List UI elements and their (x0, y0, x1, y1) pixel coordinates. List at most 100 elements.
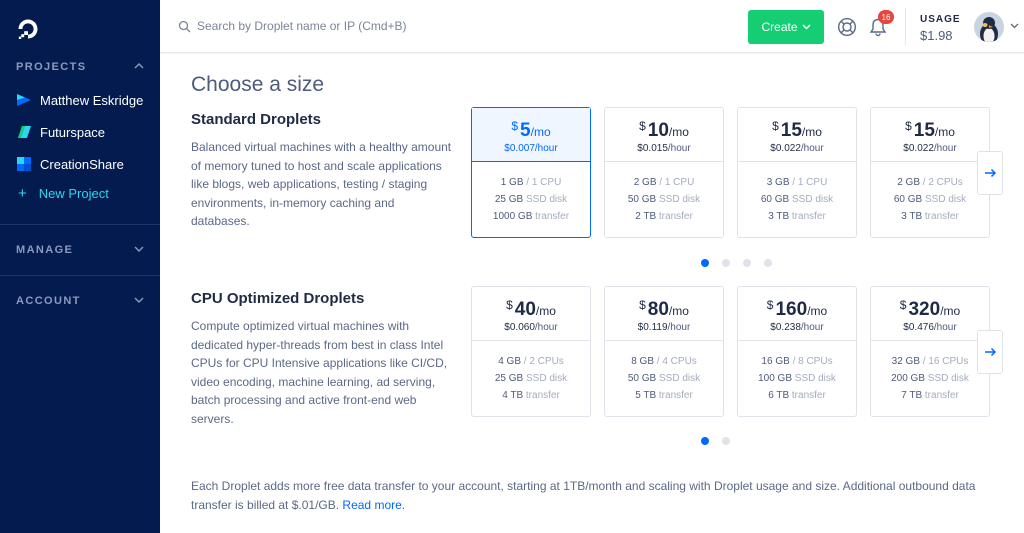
plan-hourly-price: $0.476/hour (871, 322, 989, 333)
spec-disk-size: 60 GB (893, 194, 923, 205)
hourly-amount: $0.022 (770, 143, 801, 154)
plan-monthly-price: $80/mo (605, 298, 723, 321)
plan-card[interactable]: $10/mo $0.015/hour 2 GB / 1 CPU 50 GB SSD d… (604, 107, 724, 238)
spec-transfer: 3 TB transfer (871, 208, 989, 225)
hourly-unit: /hour (933, 143, 957, 154)
new-project-link[interactable]: + New Project (18, 186, 109, 201)
manage-section-title[interactable]: MANAGE (16, 244, 73, 256)
price-amount: 320 (908, 299, 941, 320)
hourly-unit: /hour (800, 322, 824, 333)
spec-disk-unit: SSD disk (659, 194, 701, 205)
spec-disk: 60 GB SSD disk (738, 191, 856, 208)
plan-card[interactable]: $320/mo $0.476/hour 32 GB / 16 CPUs 200 GB … (870, 286, 990, 417)
spec-ram: 3 GB (766, 177, 790, 188)
plan-monthly-price: $10/mo (605, 119, 723, 142)
spec-memory-cpu: 4 GB / 2 CPUs (472, 353, 590, 370)
notification-badge: 16 (878, 10, 894, 24)
new-project-label: New Project (38, 186, 109, 201)
hourly-amount: $0.007 (504, 143, 535, 154)
next-plans-button[interactable] (977, 330, 1003, 374)
pagination-dot[interactable] (722, 437, 730, 445)
avatar[interactable] (974, 12, 1004, 42)
currency-symbol: $ (772, 119, 779, 133)
spec-cpu: / 1 CPU (526, 177, 562, 188)
create-button[interactable]: Create (748, 10, 824, 44)
spec-transfer-unit: transfer (791, 211, 826, 222)
project-icon (18, 126, 31, 138)
price-period: /mo (801, 125, 822, 139)
top-header: Create 16 USAGE $1.98 (160, 0, 1024, 53)
spec-memory-cpu: 2 GB / 1 CPU (605, 174, 723, 191)
spec-transfer: 6 TB transfer (738, 387, 856, 404)
chevron-down-icon[interactable] (134, 295, 144, 305)
plan-hourly-price: $0.060/hour (472, 322, 590, 333)
spec-memory-cpu: 2 GB / 2 CPUs (871, 174, 989, 191)
spec-transfer: 3 TB transfer (738, 208, 856, 225)
spec-cpu: / 2 CPUs (922, 177, 963, 188)
spec-transfer: 1000 GB transfer (472, 208, 590, 225)
plan-card[interactable]: $15/mo $0.022/hour 3 GB / 1 CPU 60 GB SSD d… (737, 107, 857, 238)
plan-hourly-price: $0.022/hour (871, 143, 989, 154)
read-more-link[interactable]: Read more. (342, 498, 405, 512)
create-label: Create (761, 20, 798, 34)
chevron-down-icon[interactable] (1010, 23, 1019, 29)
spec-disk-size: 100 GB (758, 373, 792, 384)
spec-disk-unit: SSD disk (526, 373, 568, 384)
hourly-amount: $0.060 (504, 322, 535, 333)
pagination-dot[interactable] (701, 259, 709, 267)
sidebar-project-futurspace[interactable]: Futurspace (16, 123, 105, 141)
account-section-title[interactable]: ACCOUNT (16, 295, 81, 307)
plan-hourly-price: $0.119/hour (605, 322, 723, 333)
spec-disk-size: 25 GB (494, 194, 524, 205)
price-amount: 15 (780, 120, 802, 141)
price-period: /mo (668, 125, 689, 139)
spec-disk: 50 GB SSD disk (605, 191, 723, 208)
chevron-up-icon[interactable] (134, 61, 144, 71)
pagination-dot[interactable] (722, 259, 730, 267)
hourly-unit: /hour (667, 143, 691, 154)
pagination-dot[interactable] (764, 259, 772, 267)
spec-ram: 8 GB (631, 356, 654, 367)
plan-hourly-price: $0.238/hour (738, 322, 856, 333)
hourly-amount: $0.476 (903, 322, 934, 333)
spec-transfer: 4 TB transfer (472, 387, 590, 404)
plan-card[interactable]: $5/mo $0.007/hour 1 GB / 1 CPU 25 GB SSD di… (471, 107, 591, 238)
plan-card[interactable]: $40/mo $0.060/hour 4 GB / 2 CPUs 25 GB SSD … (471, 286, 591, 417)
spec-memory-cpu: 3 GB / 1 CPU (738, 174, 856, 191)
price-period: /mo (535, 304, 556, 318)
sidebar-project-creationshare[interactable]: CreationShare (16, 155, 124, 173)
currency-symbol: $ (905, 119, 912, 133)
spec-disk: 60 GB SSD disk (871, 191, 989, 208)
spec-ram: 32 GB (891, 356, 920, 367)
main-content: Choose a size Standard Droplets Balanced… (160, 54, 1024, 533)
chevron-down-icon[interactable] (134, 244, 144, 254)
plan-card[interactable]: $160/mo $0.238/hour 16 GB / 8 CPUs 100 GB S… (737, 286, 857, 417)
penguin-avatar-icon (974, 12, 1004, 42)
plan-specs: 1 GB / 1 CPU 25 GB SSD disk 1000 GB transf… (472, 162, 590, 225)
pagination-dot[interactable] (743, 259, 751, 267)
next-plans-button[interactable] (977, 151, 1003, 195)
price-period: /mo (668, 304, 689, 318)
spec-transfer-unit: transfer (924, 211, 959, 222)
pagination-dot[interactable] (701, 437, 709, 445)
plan-card[interactable]: $15/mo $0.022/hour 2 GB / 2 CPUs 60 GB SSD … (870, 107, 990, 238)
currency-symbol: $ (511, 119, 519, 133)
plan-price-block: $15/mo $0.022/hour (738, 108, 856, 162)
search-input[interactable] (197, 19, 497, 33)
spec-memory-cpu: 32 GB / 16 CPUs (871, 353, 989, 370)
digitalocean-logo-icon[interactable] (16, 17, 40, 41)
plan-price-block: $160/mo $0.238/hour (738, 287, 856, 341)
spec-transfer-size: 6 TB (768, 390, 790, 401)
spec-ram: 4 GB (498, 356, 521, 367)
help-lifebuoy-icon[interactable] (837, 17, 857, 37)
currency-symbol: $ (639, 119, 646, 133)
sidebar-project-matthew-eskridge[interactable]: Matthew Eskridge (16, 91, 143, 109)
spec-disk-size: 50 GB (627, 194, 657, 205)
spec-cpu: / 1 CPU (659, 177, 695, 188)
price-amount: 5 (520, 120, 531, 141)
plan-card[interactable]: $80/mo $0.119/hour 8 GB / 4 CPUs 50 GB SSD … (604, 286, 724, 417)
spec-ram: 2 GB (897, 177, 920, 188)
spec-disk-unit: SSD disk (526, 194, 568, 205)
price-amount: 80 (647, 299, 669, 320)
spec-cpu: / 8 CPUs (792, 356, 833, 367)
